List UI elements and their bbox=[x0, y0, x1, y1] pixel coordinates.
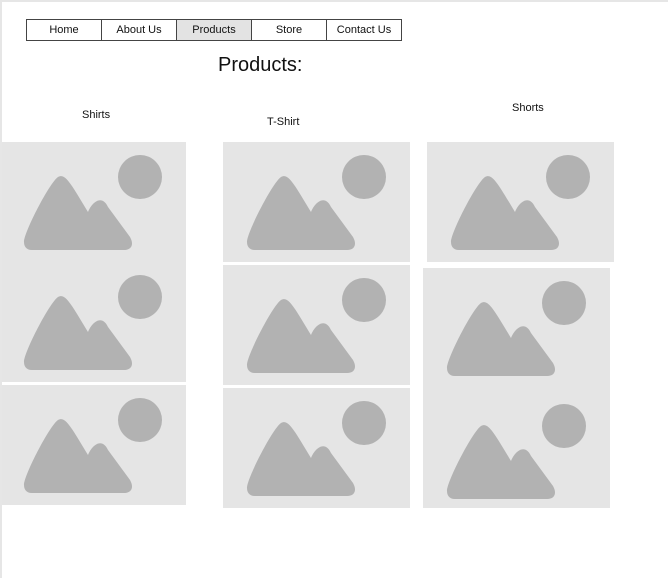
nav-store[interactable]: Store bbox=[252, 20, 327, 40]
image-placeholder-icon bbox=[451, 155, 590, 250]
shorts-image-1[interactable] bbox=[427, 142, 614, 262]
column-label-t-shirt: T-Shirt bbox=[267, 116, 300, 128]
image-placeholder-icon bbox=[247, 155, 386, 250]
column-label-shirts: Shirts bbox=[82, 109, 111, 121]
t-shirt-image-2[interactable] bbox=[223, 265, 410, 385]
page-title: Products: bbox=[218, 54, 303, 76]
nav-home[interactable]: Home bbox=[27, 20, 102, 40]
image-placeholder-icon bbox=[24, 155, 162, 250]
nav-about-us[interactable]: About Us bbox=[102, 20, 177, 40]
image-placeholder-icon bbox=[24, 275, 162, 370]
nav-products[interactable]: Products bbox=[177, 20, 252, 40]
nav-contact-us[interactable]: Contact Us bbox=[327, 20, 401, 40]
shirts-image-3[interactable] bbox=[2, 385, 186, 505]
t-shirt-image-3[interactable] bbox=[223, 388, 410, 508]
shorts-image-2[interactable] bbox=[423, 268, 610, 508]
image-placeholder-icon bbox=[447, 281, 586, 499]
image-placeholder-icon bbox=[24, 398, 162, 493]
shirts-image-2[interactable] bbox=[2, 262, 186, 382]
image-placeholder-icon bbox=[247, 401, 386, 496]
column-label-shorts: Shorts bbox=[512, 102, 544, 114]
main-nav: Home About Us Products Store Contact Us bbox=[26, 19, 402, 41]
image-placeholder-icon bbox=[247, 278, 386, 373]
shirts-image-1[interactable] bbox=[2, 142, 186, 262]
t-shirt-image-1[interactable] bbox=[223, 142, 410, 262]
